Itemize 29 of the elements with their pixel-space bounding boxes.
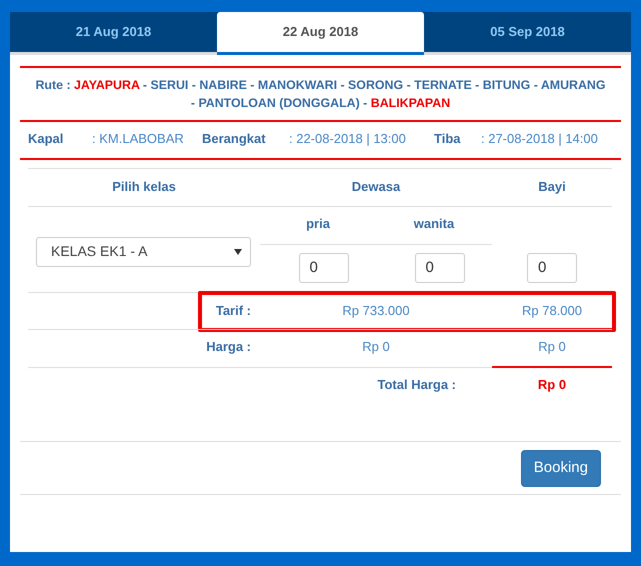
tarif-value: Rp 78.000 bbox=[522, 302, 582, 320]
route-text: Rute : JAYAPURA - SERUI - NABIRE - MANOKWARI - SORONG - TERNATE - BITUNG - AMURANG - PANTOLOAN (DONGGALA) - BALIKPAPAN bbox=[34, 77, 607, 112]
harga-value: Rp 0 bbox=[362, 338, 390, 356]
trip-value: : KM.LABOBAR bbox=[92, 130, 185, 148]
count-field[interactable]: 0 bbox=[298, 252, 348, 282]
subheader: pria bbox=[306, 215, 330, 233]
column-header: Dewasa bbox=[352, 178, 400, 196]
tarif-value: Rp 733.000 bbox=[342, 302, 410, 320]
trip-label: Tiba bbox=[434, 130, 462, 148]
trip-label: Kapal bbox=[28, 130, 64, 148]
date-tab[interactable]: 21 Aug 2018 bbox=[10, 12, 217, 52]
total-value: Rp 0 bbox=[538, 376, 566, 394]
trip-label: Berangkat bbox=[202, 130, 267, 148]
count-field[interactable]: 0 bbox=[414, 252, 464, 282]
count-field[interactable]: 0 bbox=[527, 252, 577, 282]
column-header: Bayi bbox=[538, 178, 566, 196]
total-label: Total Harga : bbox=[378, 376, 457, 394]
trip-value: : 27-08-2018 | 14:00 bbox=[481, 130, 599, 148]
booking-button[interactable]: Booking bbox=[520, 450, 601, 486]
subheader: wanita bbox=[414, 215, 454, 233]
date-tab[interactable]: 05 Sep 2018 bbox=[424, 12, 631, 52]
class-select[interactable]: KELAS EK1 - A bbox=[36, 236, 251, 267]
harga-value: Rp 0 bbox=[538, 338, 566, 356]
tarif-label: Tarif : bbox=[216, 302, 252, 320]
column-header: Pilih kelas bbox=[112, 178, 176, 196]
harga-label: Harga : bbox=[206, 338, 252, 356]
caret-icon bbox=[234, 248, 242, 255]
trip-value: : 22-08-2018 | 13:00 bbox=[289, 130, 407, 148]
date-tab[interactable]: 22 Aug 2018 bbox=[217, 12, 424, 55]
